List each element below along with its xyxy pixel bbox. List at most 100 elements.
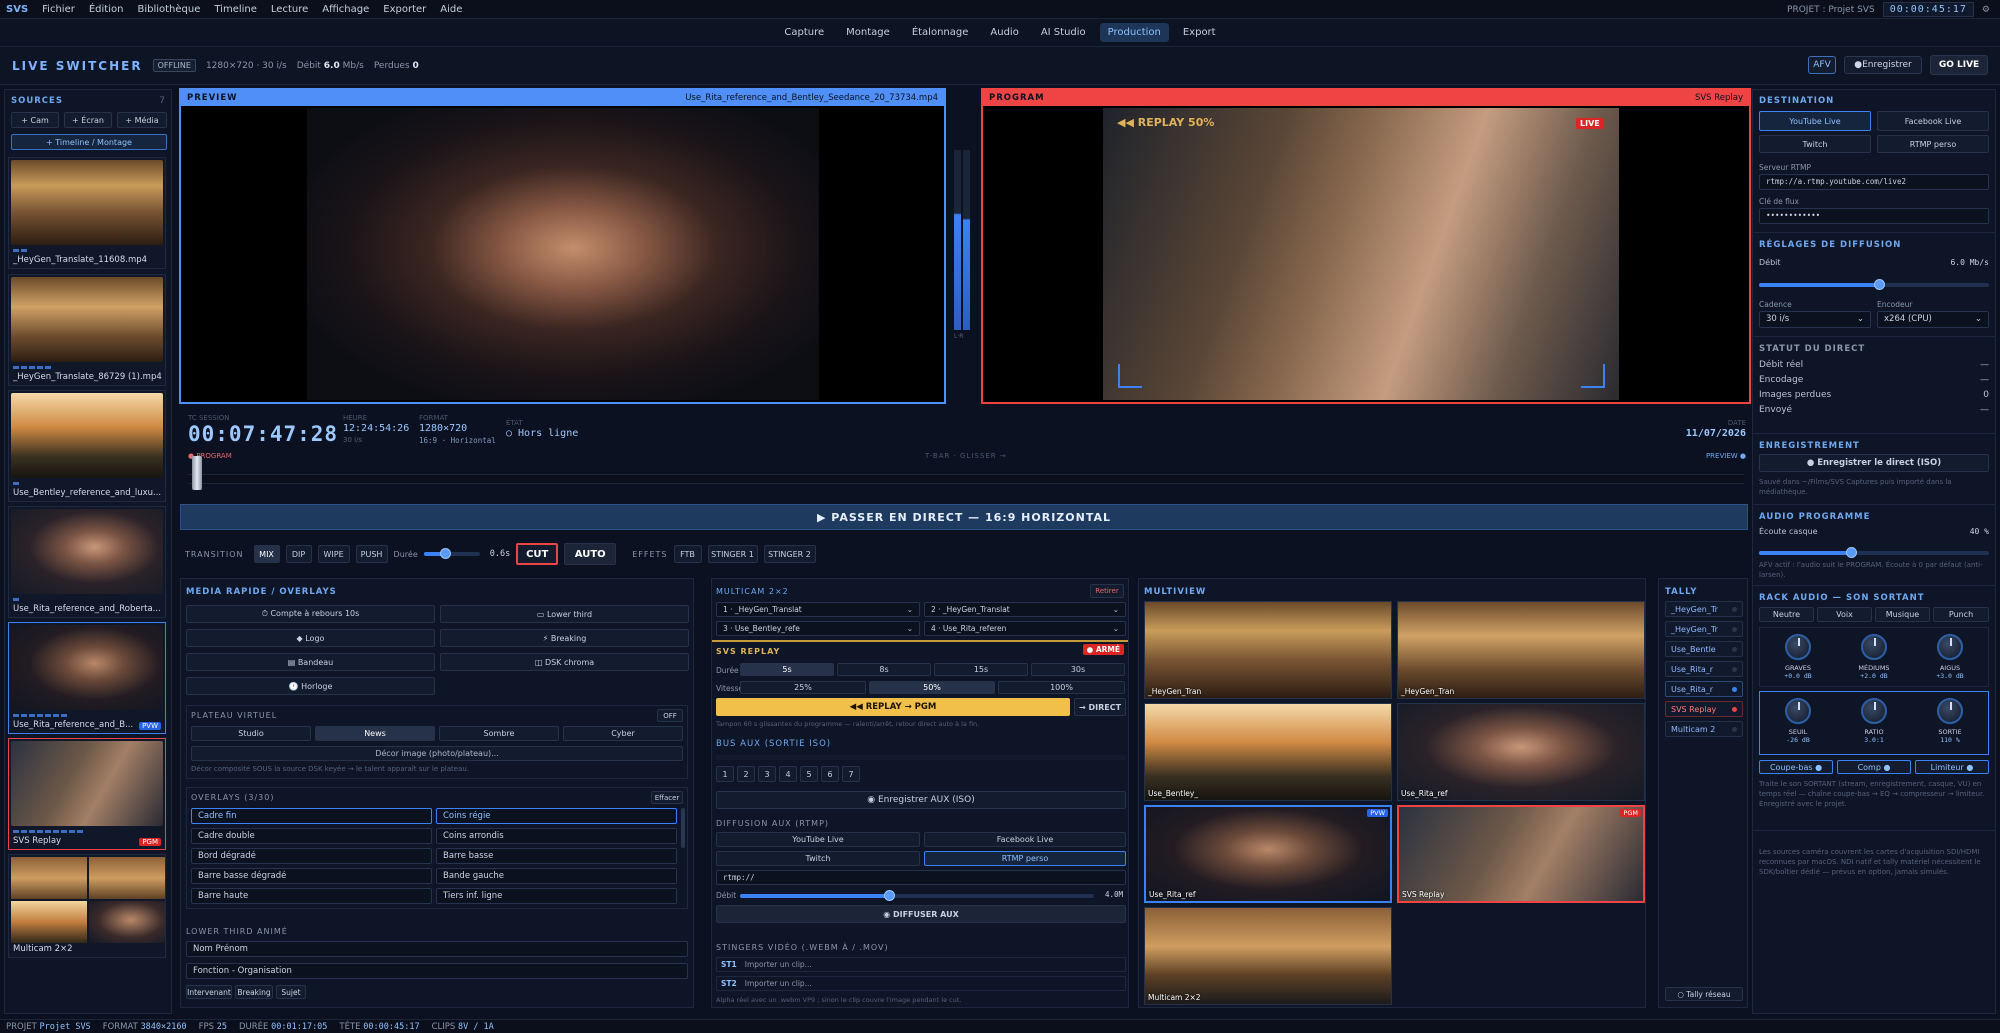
go-live-bar[interactable]: ▶ PASSER EN DIRECT — 16:9 HORIZONTAL (180, 504, 1748, 530)
multicam-remove-button[interactable]: Retirer (1090, 584, 1124, 598)
aux-rate-slider[interactable] (740, 890, 1094, 901)
aux-rate-knob[interactable] (883, 890, 895, 901)
decor-picker[interactable]: Décor image (photo/plateau)... (191, 746, 683, 761)
multicam-slot-2[interactable]: 2 · _HeyGen_Translat ⌄ (924, 602, 1126, 617)
replay-dur-15s[interactable]: 15s (934, 663, 1028, 676)
tbar-handle[interactable] (192, 456, 202, 490)
transition-dip-button[interactable]: DIP (285, 545, 312, 563)
comp-toggle[interactable]: Comp ● (1837, 760, 1911, 774)
ftb-button[interactable]: FTB (673, 545, 702, 563)
add-cam-button[interactable]: + Cam (11, 112, 59, 128)
stinger-import[interactable]: Importer un clip... (745, 979, 812, 988)
bandeau-button[interactable]: ▤ Bandeau (186, 653, 435, 671)
overlay-item[interactable]: Cadre fin (191, 808, 432, 824)
tab-audio[interactable]: Audio (982, 23, 1026, 42)
dest-youtube-button[interactable]: YouTube Live (1759, 111, 1871, 131)
tab-montage[interactable]: Montage (838, 23, 898, 42)
source-item[interactable]: Use_Rita_reference_and_Roberta... (8, 506, 166, 618)
multiview-tile[interactable]: Use_Rita_ref (1397, 703, 1645, 801)
tab-etalonnage[interactable]: Étalonnage (904, 23, 977, 42)
overlay-item[interactable]: Bord dégradé (191, 848, 432, 864)
comp-knob-group[interactable]: SEUIL -26 dB (1760, 692, 1836, 754)
overlay-item[interactable]: Cadre double (191, 828, 432, 844)
multiview-tile-pvw[interactable]: Use_Rita_ref PVW (1144, 805, 1392, 903)
menu-exporter[interactable]: Exporter (383, 4, 426, 15)
limiter-toggle[interactable]: Limiteur ● (1915, 760, 1989, 774)
comp-knob-group[interactable]: SORTIE 110 % (1912, 692, 1988, 754)
lowcut-toggle[interactable]: Coupe-bas ● (1759, 760, 1833, 774)
lt-style-sujet[interactable]: Sujet (276, 985, 306, 999)
overlay-item[interactable]: Coins régie (436, 808, 677, 824)
go-live-button[interactable]: GO LIVE (1930, 55, 1988, 75)
replay-speed-50[interactable]: 50% (869, 681, 995, 694)
headphone-slider[interactable] (1759, 547, 1989, 558)
dsk-chroma-button[interactable]: ◫ DSK chroma (440, 653, 689, 671)
menu-fichier[interactable]: Fichier (42, 4, 75, 15)
replay-to-pgm-button[interactable]: ◀◀ REPLAY → PGM (716, 698, 1070, 716)
bus-6-button[interactable]: 6 (821, 766, 839, 782)
replay-speed-25[interactable]: 25% (740, 681, 866, 694)
mediums-knob[interactable] (1861, 634, 1887, 660)
overlay-item[interactable]: Bande gauche (436, 868, 677, 884)
aux-youtube-button[interactable]: YouTube Live (716, 832, 920, 847)
source-item[interactable]: _HeyGen_Translate_11608.mp4 (8, 157, 166, 269)
source-item[interactable]: Use_Rita_reference_and_B... PVW (8, 622, 166, 734)
add-timeline-button[interactable]: + Timeline / Montage (11, 134, 167, 150)
preview-monitor[interactable]: PREVIEW Use_Rita_reference_and_Bentley_S… (179, 88, 946, 404)
settings-rate-slider[interactable] (1759, 279, 1989, 290)
aux-rtmp-button[interactable]: RTMP perso (924, 851, 1126, 866)
bus-2-button[interactable]: 2 (737, 766, 755, 782)
plateau-studio[interactable]: Studio (191, 726, 311, 741)
cut-button[interactable]: CUT (516, 543, 559, 565)
bus-record-button[interactable]: ◉ Enregistrer AUX (ISO) (716, 791, 1126, 809)
add-media-button[interactable]: + Média (117, 112, 167, 128)
source-item[interactable]: SVS Replay PGM (8, 738, 166, 850)
transition-push-button[interactable]: PUSH (355, 545, 388, 563)
menu-timeline[interactable]: Timeline (214, 4, 257, 15)
dest-facebook-button[interactable]: Facebook Live (1877, 111, 1989, 131)
aux-facebook-button[interactable]: Facebook Live (924, 832, 1126, 847)
replay-dur-8s[interactable]: 8s (837, 663, 931, 676)
duration-slider[interactable] (423, 548, 480, 559)
stinger-row[interactable]: ST2 Importer un clip... (716, 976, 1126, 991)
plateau-news[interactable]: News (315, 726, 435, 741)
source-item[interactable]: Multicam 2×2 (8, 854, 166, 958)
plateau-cyber[interactable]: Cyber (563, 726, 683, 741)
clock-button[interactable]: 🕐 Horloge (186, 677, 435, 695)
menu-aide[interactable]: Aide (440, 4, 462, 15)
transition-wipe-button[interactable]: WIPE (317, 545, 350, 563)
preset-musique[interactable]: Musique (1875, 607, 1930, 622)
overlay-item[interactable]: Barre haute (191, 888, 432, 904)
menu-lecture[interactable]: Lecture (271, 4, 308, 15)
lowerthird-name-input[interactable]: Nom Prénom (186, 941, 688, 957)
duration-knob[interactable] (440, 548, 451, 559)
overlay-item[interactable]: Tiers inf. ligne (436, 888, 677, 904)
menu-edition[interactable]: Édition (89, 4, 124, 15)
countdown-button[interactable]: ⏱ Compte à rebours 10s (186, 605, 435, 623)
lt-style-breaking[interactable]: Breaking (235, 985, 273, 999)
stream-key-input[interactable]: •••••••••••• (1759, 208, 1989, 224)
record-live-button[interactable]: ● Enregistrer le direct (ISO) (1759, 454, 1989, 472)
multiview-tile[interactable]: _HeyGen_Tran (1397, 601, 1645, 699)
multiview-tile[interactable]: Multicam 2×2 (1144, 907, 1392, 1005)
record-button[interactable]: ● Enregistrer (1844, 56, 1922, 74)
aux-url-input[interactable]: rtmp:// (716, 870, 1126, 885)
dest-twitch-button[interactable]: Twitch (1759, 135, 1871, 153)
source-item[interactable]: Use_Bentley_reference_and_luxu... (8, 390, 166, 502)
seuil-knob[interactable] (1785, 698, 1811, 724)
aux-twitch-button[interactable]: Twitch (716, 851, 920, 866)
logo-button[interactable]: ◆ Logo (186, 629, 435, 647)
eq-knob-group[interactable]: GRAVES +0.0 dB (1760, 628, 1836, 686)
auto-button[interactable]: AUTO (564, 543, 617, 565)
sortie-knob[interactable] (1937, 698, 1963, 724)
tab-capture[interactable]: Capture (776, 23, 832, 42)
ratio-knob[interactable] (1861, 698, 1887, 724)
replay-direct-button[interactable]: → DIRECT (1074, 698, 1126, 716)
tbar-track[interactable] (188, 474, 1744, 484)
bus-1-button[interactable]: 1 (716, 766, 734, 782)
preset-voix[interactable]: Voix (1817, 607, 1872, 622)
replay-dur-30s[interactable]: 30s (1031, 663, 1125, 676)
overlays-scrollbar[interactable] (681, 808, 685, 848)
source-item[interactable]: _HeyGen_Translate_86729 (1).mp4 (8, 274, 166, 386)
settings-rate-knob[interactable] (1873, 279, 1885, 290)
